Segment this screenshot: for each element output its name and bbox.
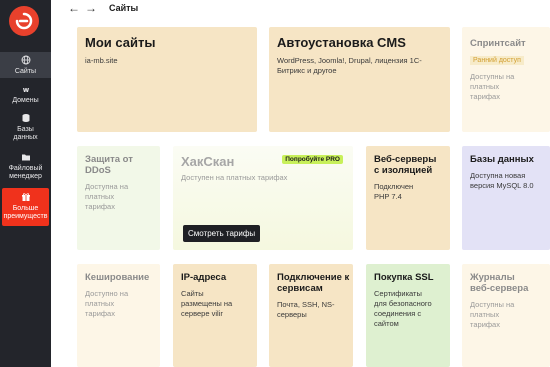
card-webserver-logs[interactable]: Журналы веб-сервера Доступны на платных …: [462, 264, 550, 367]
sidebar-item-databases[interactable]: Базы данных: [0, 112, 51, 144]
card-subtitle: Доступна новая версия MySQL 8.0: [470, 171, 534, 190]
database-icon: [22, 114, 29, 122]
card-title: Подключение к сервисам: [277, 272, 350, 294]
card-isolated-servers[interactable]: Веб-серверы с изоляцией Подключен PHP 7.…: [366, 146, 450, 250]
card-my-sites[interactable]: Мои сайты ia-mb.site: [77, 27, 257, 132]
card-sprintsite[interactable]: Спринтсайт Ранний доступ Доступны на пла…: [462, 27, 550, 132]
sidebar-item-sites[interactable]: Сайты: [0, 52, 51, 78]
folder-icon: [21, 154, 30, 161]
sidebar-item-label: Сайты: [14, 68, 37, 75]
arrow-left-icon[interactable]: ←: [68, 2, 80, 14]
page-title: Сайты: [109, 3, 139, 13]
pro-badge: Попробуйте PRO: [282, 155, 343, 164]
card-subtitle: Доступны на платных тарифах: [470, 72, 515, 101]
sidebar-item-more-benefits[interactable]: Больше преимуществ: [2, 188, 49, 226]
www-icon: w: [22, 86, 29, 94]
card-haxscan[interactable]: ХакСкан Попробуйте PRO Доступен на платн…: [173, 146, 353, 250]
card-ddos-protection[interactable]: Защита от DDoS Доступна на платных тариф…: [77, 146, 160, 250]
sidebar-item-label: Файловый менеджер: [8, 165, 43, 180]
card-title: Защита от DDoS: [85, 154, 133, 176]
header: ← → Сайты: [51, 0, 550, 22]
globe-icon: [21, 55, 30, 65]
sidebar-item-label: Базы данных: [13, 126, 38, 141]
card-title: Веб-серверы с изоляцией: [374, 154, 437, 176]
card-title: Мои сайты: [85, 35, 156, 50]
card-subtitle: Сертификаты для безопасного соединения с…: [374, 289, 432, 328]
app: Сайты w Домены Базы данных Файловый мене…: [0, 0, 550, 367]
svg-text:w: w: [22, 86, 29, 94]
view-tariffs-button[interactable]: Смотреть тарифы: [183, 225, 261, 242]
card-ip-addresses[interactable]: IP-адреса Сайты размещены на сервере vil…: [173, 264, 257, 367]
sidebar-item-domains[interactable]: w Домены: [0, 83, 51, 107]
sidebar-item-label: Больше преимуществ: [3, 205, 48, 220]
card-title: Журналы веб-сервера: [470, 272, 529, 294]
card-subtitle: Доступна на платных тарифах: [85, 182, 129, 211]
gift-icon: [21, 193, 30, 201]
card-title: Автоустановка CMS: [277, 35, 406, 50]
arrow-right-icon[interactable]: →: [85, 2, 97, 14]
card-caching[interactable]: Кеширование Доступно на платных тарифах: [77, 264, 160, 367]
early-access-badge: Ранний доступ: [470, 56, 524, 65]
card-title: IP-адреса: [181, 272, 227, 283]
card-autoinstall-cms[interactable]: Автоустановка CMS WordPress, Joomla!, Dr…: [269, 27, 450, 132]
card-title: Спринтсайт: [470, 38, 526, 49]
card-subtitle: WordPress, Joomla!, Drupal, лицензия 1С-…: [277, 56, 422, 75]
card-databases[interactable]: Базы данных Доступна новая версия MySQL …: [462, 146, 550, 250]
sidebar-item-file-manager[interactable]: Файловый менеджер: [0, 151, 51, 183]
card-subtitle: ia-mb.site: [85, 56, 118, 65]
card-subtitle: Сайты размещены на сервере vilir: [181, 289, 233, 318]
card-subtitle: Доступен на платных тарифах: [181, 173, 288, 182]
card-subtitle: Подключен PHP 7.4: [374, 182, 414, 201]
card-service-connections[interactable]: Подключение к сервисам Почта, SSH, NS-се…: [269, 264, 353, 367]
card-subtitle: Доступно на платных тарифах: [85, 289, 129, 318]
sidebar: Сайты w Домены Базы данных Файловый мене…: [0, 0, 51, 367]
card-subtitle: Почта, SSH, NS-серверы: [277, 300, 335, 319]
card-subtitle: Доступны на платных тарифах: [470, 300, 515, 329]
card-buy-ssl[interactable]: Покупка SSL Сертификаты для безопасного …: [366, 264, 450, 367]
logo[interactable]: [9, 6, 39, 36]
card-title: Базы данных: [470, 154, 534, 165]
card-title: Покупка SSL: [374, 272, 434, 283]
sidebar-item-label: Домены: [12, 97, 39, 104]
logo-icon: [11, 8, 37, 34]
card-title: Кеширование: [85, 272, 150, 283]
